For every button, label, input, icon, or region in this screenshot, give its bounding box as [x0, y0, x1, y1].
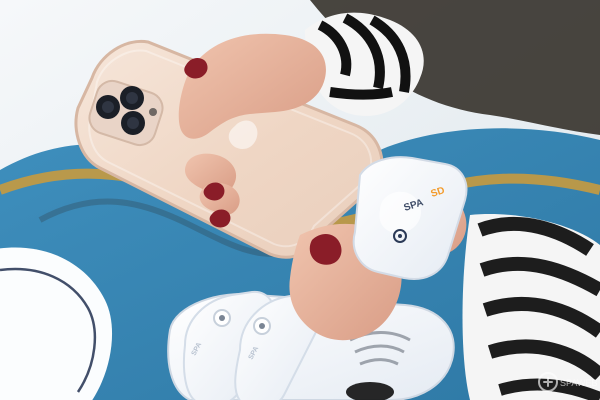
- watermark-text: SPAWEB: [560, 378, 598, 388]
- product-photo-scene: SPA SD SPA SPA SPAWEB ®: [0, 0, 600, 400]
- zebra-sleeve-right: [462, 214, 600, 400]
- scene-illustration: SPA SD SPA SPA SPAWEB ®: [0, 0, 600, 400]
